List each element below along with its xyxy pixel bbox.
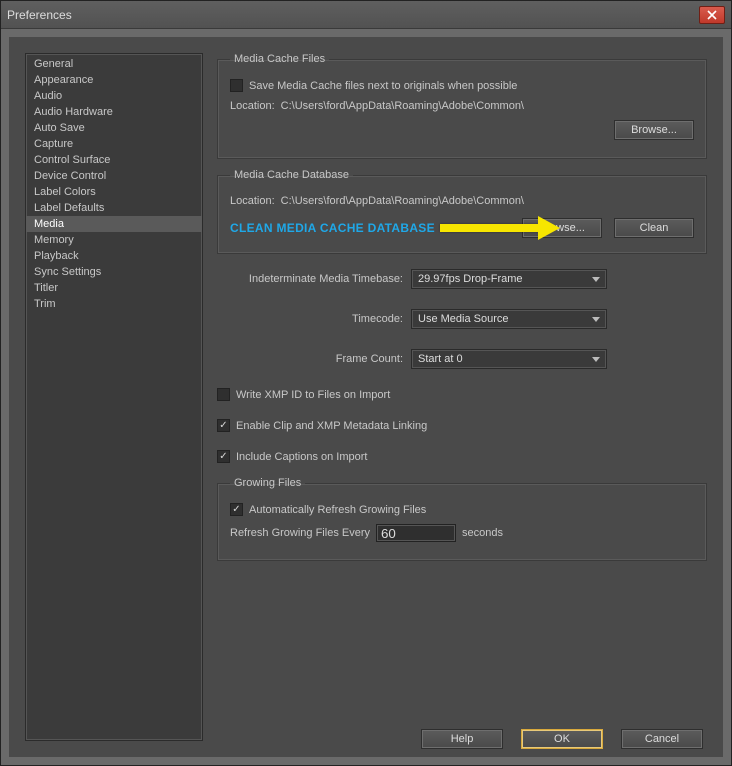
sidebar-item-titler[interactable]: Titler bbox=[26, 280, 202, 296]
growing-files-group: Growing Files Automatically Refresh Grow… bbox=[217, 477, 707, 561]
sidebar-item-label-colors[interactable]: Label Colors bbox=[26, 184, 202, 200]
media-cache-files-legend: Media Cache Files bbox=[230, 53, 329, 65]
sidebar-item-playback[interactable]: Playback bbox=[26, 248, 202, 264]
enable-clip-xmp-linking-checkbox[interactable] bbox=[217, 419, 230, 432]
media-cache-files-group: Media Cache Files Save Media Cache files… bbox=[217, 53, 707, 159]
framecount-value: Start at 0 bbox=[418, 353, 463, 365]
media-cache-database-group: Media Cache Database Location: C:\Users\… bbox=[217, 169, 707, 254]
category-sidebar: GeneralAppearanceAudioAudio HardwareAuto… bbox=[25, 53, 203, 741]
chevron-down-icon bbox=[592, 277, 600, 282]
sidebar-item-general[interactable]: General bbox=[26, 56, 202, 72]
timebase-value: 29.97fps Drop-Frame bbox=[418, 273, 523, 285]
timecode-select[interactable]: Use Media Source bbox=[411, 309, 607, 329]
timecode-value: Use Media Source bbox=[418, 313, 509, 325]
write-xmp-id-label: Write XMP ID to Files on Import bbox=[236, 389, 390, 401]
timebase-select[interactable]: 29.97fps Drop-Frame bbox=[411, 269, 607, 289]
ok-button[interactable]: OK bbox=[521, 729, 603, 749]
chevron-down-icon bbox=[592, 317, 600, 322]
clean-button[interactable]: Clean bbox=[614, 218, 694, 238]
client-area: GeneralAppearanceAudioAudio HardwareAuto… bbox=[1, 29, 731, 765]
sidebar-item-memory[interactable]: Memory bbox=[26, 232, 202, 248]
growing-files-legend: Growing Files bbox=[230, 477, 305, 489]
clean-database-callout: CLEAN MEDIA CACHE DATABASE bbox=[230, 221, 435, 235]
media-cache-database-legend: Media Cache Database bbox=[230, 169, 353, 181]
enable-clip-xmp-linking-label: Enable Clip and XMP Metadata Linking bbox=[236, 420, 427, 432]
dialog-footer: Help OK Cancel bbox=[9, 729, 723, 749]
titlebar: Preferences bbox=[1, 1, 731, 29]
sidebar-item-label-defaults[interactable]: Label Defaults bbox=[26, 200, 202, 216]
cancel-button[interactable]: Cancel bbox=[621, 729, 703, 749]
save-next-to-originals-checkbox[interactable] bbox=[230, 79, 243, 92]
sidebar-item-sync-settings[interactable]: Sync Settings bbox=[26, 264, 202, 280]
auto-refresh-growing-checkbox[interactable] bbox=[230, 503, 243, 516]
timebase-label: Indeterminate Media Timebase: bbox=[217, 273, 403, 285]
cache-db-location-path: C:\Users\ford\AppData\Roaming\Adobe\Comm… bbox=[281, 195, 524, 207]
sidebar-item-control-surface[interactable]: Control Surface bbox=[26, 152, 202, 168]
sidebar-item-appearance[interactable]: Appearance bbox=[26, 72, 202, 88]
save-next-to-originals-label: Save Media Cache files next to originals… bbox=[249, 80, 517, 92]
cache-files-location-label: Location: bbox=[230, 100, 275, 112]
close-icon bbox=[707, 10, 717, 20]
cache-db-browse-button[interactable]: Browse... bbox=[522, 218, 602, 238]
sidebar-item-media[interactable]: Media bbox=[26, 216, 202, 232]
preferences-window: Preferences GeneralAppearanceAudioAudio … bbox=[0, 0, 732, 766]
auto-refresh-growing-label: Automatically Refresh Growing Files bbox=[249, 504, 426, 516]
settings-panel: Media Cache Files Save Media Cache files… bbox=[217, 53, 707, 741]
window-title: Preferences bbox=[7, 8, 699, 22]
write-xmp-id-checkbox[interactable] bbox=[217, 388, 230, 401]
sidebar-item-audio-hardware[interactable]: Audio Hardware bbox=[26, 104, 202, 120]
sidebar-item-device-control[interactable]: Device Control bbox=[26, 168, 202, 184]
close-button[interactable] bbox=[699, 6, 725, 24]
refresh-interval-input[interactable] bbox=[376, 524, 456, 542]
framecount-label: Frame Count: bbox=[217, 353, 403, 365]
cache-db-location-label: Location: bbox=[230, 195, 275, 207]
cache-files-browse-button[interactable]: Browse... bbox=[614, 120, 694, 140]
timecode-label: Timecode: bbox=[217, 313, 403, 325]
sidebar-item-capture[interactable]: Capture bbox=[26, 136, 202, 152]
refresh-every-prefix: Refresh Growing Files Every bbox=[230, 527, 370, 539]
sidebar-item-audio[interactable]: Audio bbox=[26, 88, 202, 104]
framecount-select[interactable]: Start at 0 bbox=[411, 349, 607, 369]
chevron-down-icon bbox=[592, 357, 600, 362]
sidebar-item-trim[interactable]: Trim bbox=[26, 296, 202, 312]
help-button[interactable]: Help bbox=[421, 729, 503, 749]
include-captions-checkbox[interactable] bbox=[217, 450, 230, 463]
cache-files-location-path: C:\Users\ford\AppData\Roaming\Adobe\Comm… bbox=[281, 100, 524, 112]
refresh-every-suffix: seconds bbox=[462, 527, 503, 539]
include-captions-label: Include Captions on Import bbox=[236, 451, 367, 463]
sidebar-item-auto-save[interactable]: Auto Save bbox=[26, 120, 202, 136]
